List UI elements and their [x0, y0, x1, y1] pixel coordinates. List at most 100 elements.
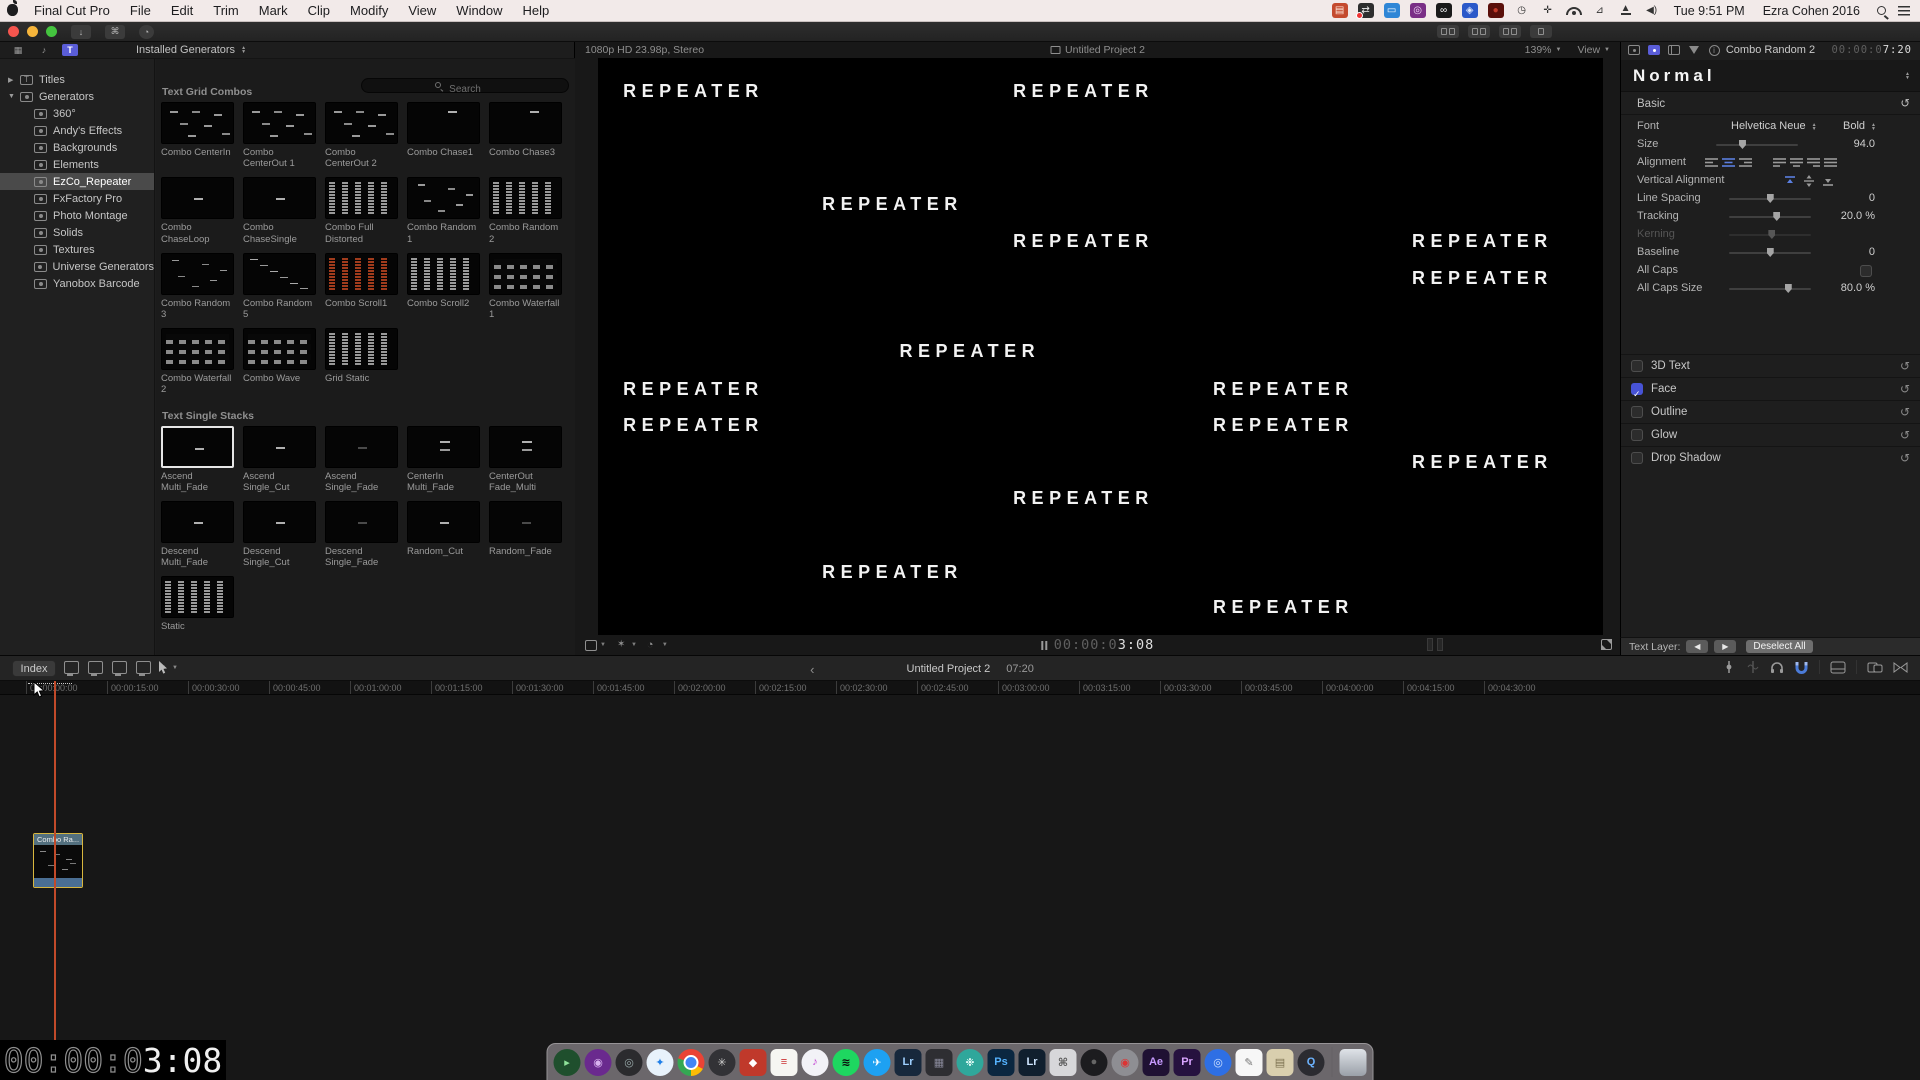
generator-item[interactable]: Static: [161, 576, 234, 643]
generator-item[interactable]: Ascend Multi_Fade: [161, 426, 234, 493]
connect-edit-icon[interactable]: [64, 661, 79, 674]
pause-icon[interactable]: [1041, 641, 1047, 650]
zoom-level-popup[interactable]: 139%▼: [1525, 44, 1562, 56]
basic-section-header[interactable]: Basic↺: [1621, 94, 1920, 115]
size-slider[interactable]: [1716, 144, 1798, 146]
generator-thumbnail[interactable]: [161, 328, 234, 370]
generator-item[interactable]: Combo CenterOut 1: [243, 102, 316, 169]
sidebar-item-ezco-repeater[interactable]: EzCo_Repeater: [0, 173, 154, 190]
generator-thumbnail[interactable]: [243, 253, 316, 295]
align-left-icon[interactable]: [1705, 157, 1718, 168]
back-chevron-icon[interactable]: ‹: [810, 662, 814, 677]
effect-checkbox[interactable]: [1631, 429, 1643, 441]
generator-item[interactable]: Combo Random 3: [161, 253, 234, 320]
audio-meters[interactable]: [1427, 638, 1443, 651]
video-inspector-tab[interactable]: [1667, 45, 1681, 56]
sidebar-item-universe-generators[interactable]: Universe Generators: [0, 258, 154, 275]
generator-item[interactable]: Descend Single_Fade: [325, 501, 398, 568]
baseline-slider[interactable]: [1729, 252, 1811, 254]
sidebar-item-solids[interactable]: Solids: [0, 224, 154, 241]
snapping-icon[interactable]: [1794, 661, 1809, 674]
dock-safari[interactable]: ✦: [647, 1049, 674, 1076]
ruler-tick[interactable]: 00:03:30:00: [1160, 681, 1241, 695]
text-style-popup[interactable]: Normal ▲▼: [1621, 60, 1920, 92]
dock-camera-app[interactable]: ◉: [1112, 1049, 1139, 1076]
reset-icon[interactable]: ↺: [1900, 401, 1910, 424]
status-creative-cloud-icon[interactable]: ∞: [1436, 3, 1452, 18]
search-field[interactable]: [361, 78, 569, 93]
generator-thumbnail[interactable]: [489, 177, 562, 219]
insert-edit-icon[interactable]: [88, 661, 103, 674]
status-purple-app-icon[interactable]: ◎: [1410, 3, 1426, 18]
generator-item[interactable]: Combo Scroll2: [407, 253, 480, 320]
clip-appearance-icon[interactable]: [1830, 661, 1846, 674]
ruler-tick[interactable]: 00:01:15:00: [431, 681, 512, 695]
ruler-tick[interactable]: 00:04:30:00: [1484, 681, 1565, 695]
generator-thumbnail[interactable]: [243, 426, 316, 468]
align-right-icon[interactable]: [1739, 157, 1752, 168]
minimize-window-button[interactable]: [27, 26, 38, 37]
generator-item[interactable]: Combo Random 5: [243, 253, 316, 320]
transform-overlay-popup[interactable]: ▼: [585, 640, 606, 651]
generator-thumbnail[interactable]: [407, 501, 480, 543]
info-inspector-tab[interactable]: i: [1707, 45, 1721, 56]
generator-thumbnail[interactable]: [325, 177, 398, 219]
bowtie-icon[interactable]: [1893, 661, 1908, 674]
dock-dark-disc-app[interactable]: ◎: [616, 1049, 643, 1076]
close-window-button[interactable]: [8, 26, 19, 37]
effect-section-row[interactable]: Outline ↺: [1621, 400, 1920, 423]
generator-item[interactable]: Combo ChaseSingle: [243, 177, 316, 244]
valign-middle-icon[interactable]: [1803, 175, 1815, 187]
timeline-project-name[interactable]: Untitled Project 2: [907, 663, 991, 675]
generator-item[interactable]: Random_Cut: [407, 501, 480, 568]
dock-premiere[interactable]: Pr: [1174, 1049, 1201, 1076]
effect-checkbox[interactable]: [1631, 452, 1643, 464]
line-spacing-slider[interactable]: [1729, 198, 1811, 200]
status-accessibility-icon[interactable]: ✛: [1540, 3, 1556, 18]
reset-icon[interactable]: ↺: [1900, 94, 1910, 115]
status-time-machine-icon[interactable]: ◷: [1514, 3, 1530, 18]
status-workflow-icon[interactable]: ⇄: [1358, 3, 1374, 18]
dock-lightroom-classic[interactable]: Lr: [1019, 1049, 1046, 1076]
ruler-tick[interactable]: 00:04:00:00: [1322, 681, 1403, 695]
menu-item[interactable]: Modify: [340, 0, 398, 22]
dock-photoshop[interactable]: Ps: [988, 1049, 1015, 1076]
sidebar-item-elements[interactable]: Elements: [0, 156, 154, 173]
generator-thumbnail[interactable]: [325, 253, 398, 295]
disclosure-triangle[interactable]: ▼: [8, 93, 20, 100]
audio-inspector-tab[interactable]: [1687, 45, 1701, 56]
sidebar-item-generators[interactable]: ▼ Generators: [0, 88, 154, 105]
sidebar-item-backgrounds[interactable]: Backgrounds: [0, 139, 154, 156]
effect-checkbox[interactable]: [1631, 406, 1643, 418]
generator-inspector-tab[interactable]: [1627, 45, 1641, 56]
status-eject-icon[interactable]: ▲: [1618, 3, 1634, 18]
index-button[interactable]: Index: [12, 660, 56, 677]
menu-item[interactable]: Trim: [203, 0, 249, 22]
effect-section-row[interactable]: Face ↺: [1621, 377, 1920, 400]
effect-section-row[interactable]: 3D Text ↺: [1621, 354, 1920, 377]
keyboard-shortcuts-button[interactable]: ⌘: [105, 25, 125, 39]
libraries-pane-toggle[interactable]: [1530, 25, 1552, 38]
browser-toggle-icon[interactable]: [1867, 661, 1883, 674]
ruler-tick[interactable]: 00:02:30:00: [836, 681, 917, 695]
status-capture-icon[interactable]: ▭: [1384, 3, 1400, 18]
generator-item[interactable]: CenterOut Fade_Multi: [489, 426, 562, 493]
ruler-tick[interactable]: 00:02:45:00: [917, 681, 998, 695]
photos-audio-icon[interactable]: ♪: [36, 44, 52, 56]
ruler-tick[interactable]: 00:02:00:00: [674, 681, 755, 695]
titles-generators-icon[interactable]: T: [62, 44, 78, 56]
generator-thumbnail[interactable]: [325, 102, 398, 144]
generator-thumbnail[interactable]: [243, 177, 316, 219]
generator-item[interactable]: Grid Static: [325, 328, 398, 395]
dock-quicktime[interactable]: Q: [1298, 1049, 1325, 1076]
status-diamond-app-icon[interactable]: ◈: [1462, 3, 1478, 18]
overwrite-edit-icon[interactable]: [136, 661, 151, 674]
generator-thumbnail[interactable]: [161, 576, 234, 618]
generator-thumbnail[interactable]: [161, 426, 234, 468]
generator-item[interactable]: Combo Scroll1: [325, 253, 398, 320]
generator-thumbnail[interactable]: [407, 177, 480, 219]
generator-thumbnail[interactable]: [161, 253, 234, 295]
generator-item[interactable]: Combo ChaseLoop: [161, 177, 234, 244]
generator-thumbnail[interactable]: [243, 102, 316, 144]
timeline-clip[interactable]: Combo Ra...: [33, 833, 83, 888]
